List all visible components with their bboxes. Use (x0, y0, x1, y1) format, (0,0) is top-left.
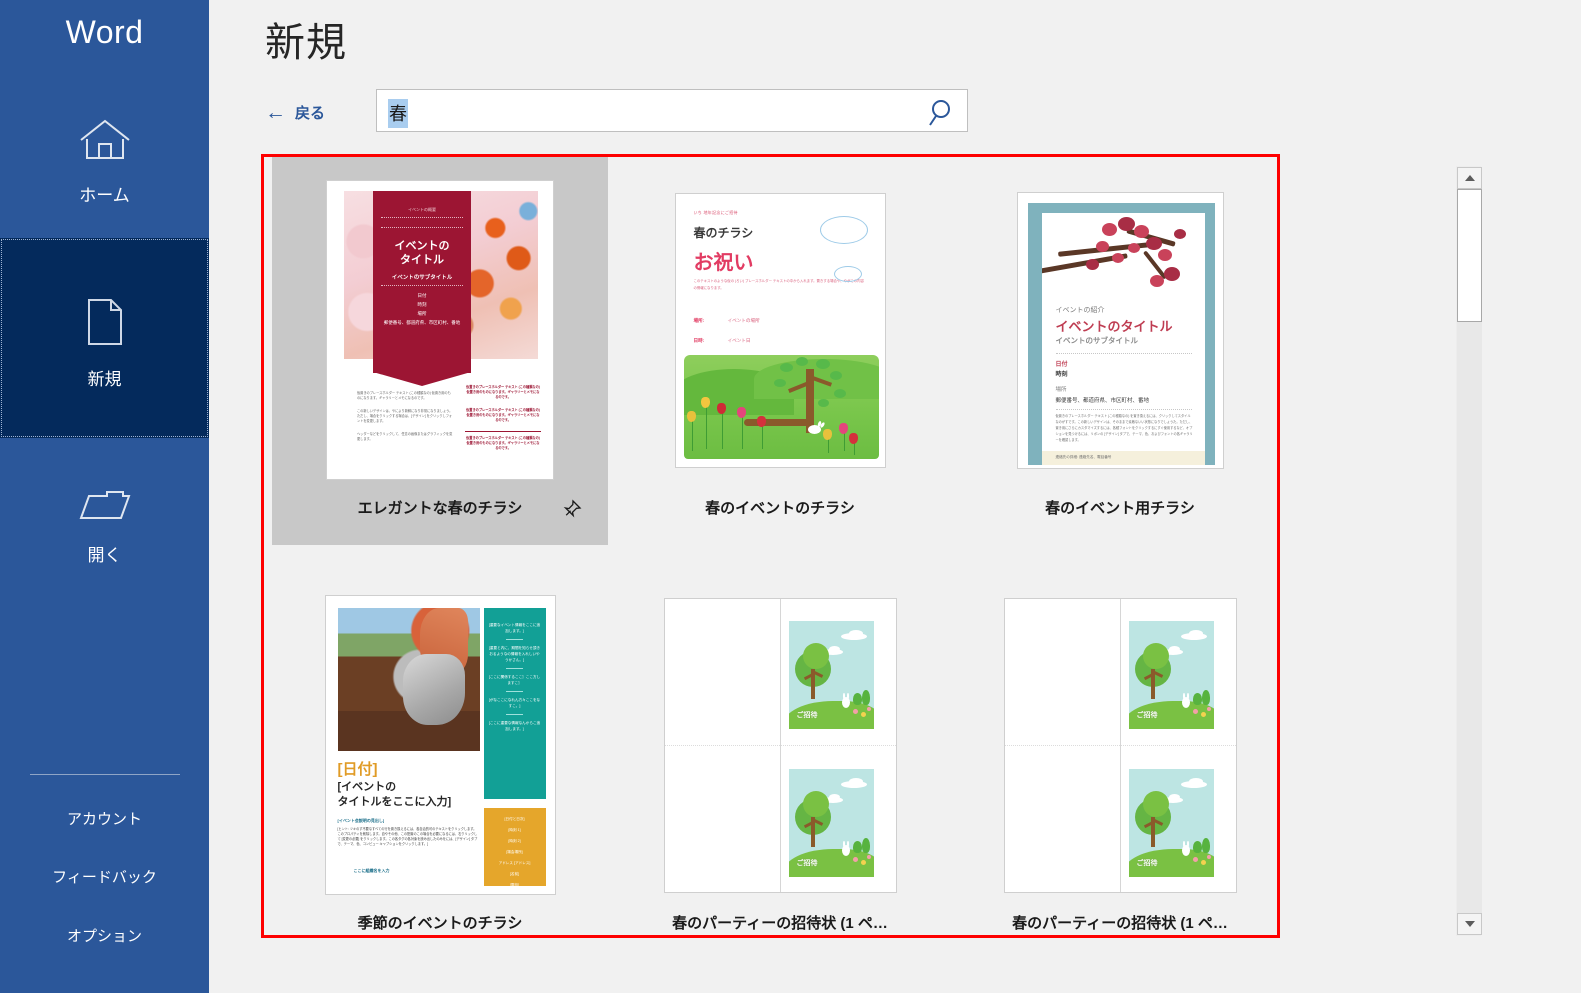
template-name: 春のイベント用チラシ (1045, 500, 1195, 517)
pin-icon[interactable] (560, 499, 582, 521)
cherry-branch-illustration (1041, 213, 1205, 299)
template-thumbnail-wrap: いち 地年記念にご招待 春のチラシ お祝い このテキストのような仮の (ろい) … (612, 171, 948, 489)
sidebar-item-open[interactable]: 開く (0, 488, 209, 598)
fold-guide-horizontal (1004, 745, 1236, 746)
banner-info: 日付 時刻 場所 郵便番号、都道府県、市区町村、番地 (383, 293, 461, 325)
sidebar-item-new[interactable]: 新規 (0, 238, 209, 438)
sidebar-item-label-open: 開く (87, 546, 122, 565)
sidebar-link-feedback[interactable]: フィードバック (0, 866, 209, 887)
photo-glove-shape (402, 653, 466, 726)
folder-icon (0, 488, 209, 527)
word-backstage-new-screen: Word ホーム 新規 開く アカウント フィードバック オプション 新規 ← … (0, 0, 1581, 993)
template-preview-spring-party-invitation: ご招待 ご招待 (663, 597, 897, 893)
template-preview-spring-event-use-flyer: イベントの紹介 イベントのタイトル イベントのサブタイトル 日付 時刻 場所 郵… (1016, 191, 1224, 469)
template-thumbnail-wrap: ご招待 ご招待 (612, 586, 948, 904)
red-banner: イベントの概要 イベントの タイトル イベントのサブタイトル 日付 時刻 場所 (373, 191, 471, 373)
template-preview-spring-event-flyer: いち 地年記念にご招待 春のチラシ お祝い このテキストのような仮の (ろい) … (674, 192, 886, 468)
invitation-card-illustration: ご招待 (788, 768, 874, 877)
chevron-down-icon (1464, 921, 1475, 927)
back-button-label: 戻る (295, 104, 326, 122)
back-button[interactable]: ← 戻る (265, 92, 325, 132)
template-preview-elegant-spring-flyer: イベントの概要 イベントの タイトル イベントのサブタイトル 日付 時刻 場所 (326, 180, 554, 480)
document-icon (0, 298, 209, 351)
template-name: 春のパーティーの招待状 (1 ペ… (672, 915, 888, 932)
scroll-up-button[interactable] (1457, 167, 1482, 189)
flyer-title: [イベントの タイトルをここに入力] (337, 781, 452, 808)
template-name: 季節のイベントのチラシ (357, 915, 523, 932)
template-thumbnail-wrap: ご招待 ご招待 (952, 586, 1288, 904)
home-icon (0, 118, 209, 167)
template-name: 春のパーティーの招待状 (1 ペ… (1012, 915, 1228, 932)
backstage-sidebar: Word ホーム 新規 開く アカウント フィードバック オプション (0, 0, 209, 993)
template-thumbnail-wrap: イベントの紹介 イベントのタイトル イベントのサブタイトル 日付 時刻 場所 郵… (952, 171, 1288, 489)
template-card[interactable]: [日付] [イベントの タイトルをここに入力] [イベント会説明の見出し] [ヒ… (272, 572, 608, 960)
template-card[interactable]: イベントの概要 イベントの タイトル イベントのサブタイトル 日付 時刻 場所 (272, 157, 608, 545)
page-title: 新規 (265, 21, 347, 65)
search-input[interactable]: 春 (388, 99, 408, 128)
invitation-card-illustration: ご招待 (788, 620, 874, 729)
sidebar-item-label-home: ホーム (79, 186, 130, 205)
back-row: ← 戻る (265, 92, 325, 132)
cloud-icon (819, 215, 868, 244)
spring-field-illustration (683, 354, 879, 459)
left-body-text: 仮置きのプレースホルダー テキスト (この種類なの) 仮置き用のものになります。… (357, 391, 453, 441)
search-icon[interactable] (928, 97, 958, 127)
invitation-card-illustration: ご招待 (1128, 620, 1214, 729)
flyer-footer: 連絡先の詳細: 連絡先名、電話番号 (1041, 450, 1205, 465)
template-name: エレガントな春のチラシ (357, 500, 523, 517)
sports-photo (337, 608, 480, 751)
sidebar-link-options[interactable]: オプション (0, 925, 209, 946)
sidebar-divider (30, 774, 180, 775)
template-card[interactable]: ご招待 ご招待 春のパーティーの招待状 (1 ペ… (952, 572, 1288, 960)
teal-frame: イベントの紹介 イベントのタイトル イベントのサブタイトル 日付 時刻 場所 郵… (1027, 202, 1215, 465)
template-card[interactable]: ご招待 ご招待 春のパーティーの招待状 (1 ペ… (612, 572, 948, 960)
chevron-up-icon (1464, 175, 1475, 181)
cloud-icon (833, 265, 862, 282)
app-brand-word: Word (65, 14, 144, 50)
scroll-down-button[interactable] (1457, 913, 1482, 935)
template-thumbnail-wrap: [日付] [イベントの タイトルをここに入力] [イベント会説明の見出し] [ヒ… (272, 586, 608, 904)
banner-title: イベントの タイトル (394, 240, 450, 266)
teal-info-column: [重要なイベント情報をここに追加します。] [重要と内に、期間を知らせ頂きおるよ… (483, 608, 546, 799)
invitation-card-illustration: ご招待 (1128, 768, 1214, 877)
template-card[interactable]: イベントの紹介 イベントのタイトル イベントのサブタイトル 日付 時刻 場所 郵… (952, 157, 1288, 545)
template-thumbnail-wrap: イベントの概要 イベントの タイトル イベントのサブタイトル 日付 時刻 場所 (272, 171, 608, 489)
flyer-inner: イベントの紹介 イベントのタイトル イベントのサブタイトル 日付 時刻 場所 郵… (1041, 212, 1205, 465)
template-gallery: イベントの概要 イベントの タイトル イベントのサブタイトル 日付 時刻 場所 (264, 157, 1277, 935)
fold-guide-horizontal (664, 745, 896, 746)
template-preview-spring-party-invitation: ご招待 ご招待 (1003, 597, 1237, 893)
gallery-scrollbar[interactable] (1456, 166, 1482, 936)
sidebar-item-label-new: 新規 (87, 370, 122, 389)
scrollbar-track[interactable] (1457, 322, 1482, 913)
template-search-box[interactable]: 春 (376, 89, 968, 132)
sidebar-link-account[interactable]: アカウント (0, 808, 209, 829)
template-preview-seasonal-event-flyer: [日付] [イベントの タイトルをここに入力] [イベント会説明の見出し] [ヒ… (324, 595, 556, 895)
right-body-text: 仮置きのプレースホルダー テキスト (この種類なの) 仮置き用のものになります。… (465, 385, 541, 450)
left-arrow-icon: ← (265, 100, 286, 124)
template-card[interactable]: いち 地年記念にご招待 春のチラシ お祝い このテキストのような仮の (ろい) … (612, 157, 948, 545)
orange-info-column: [日付と日次] [時刻 1] [時刻 2] [場会場所] アドレス [アドレス]… (483, 808, 546, 887)
template-name: 春のイベントのチラシ (705, 500, 855, 517)
sidebar-item-home[interactable]: ホーム (0, 118, 209, 218)
scrollbar-thumb[interactable] (1457, 189, 1482, 322)
